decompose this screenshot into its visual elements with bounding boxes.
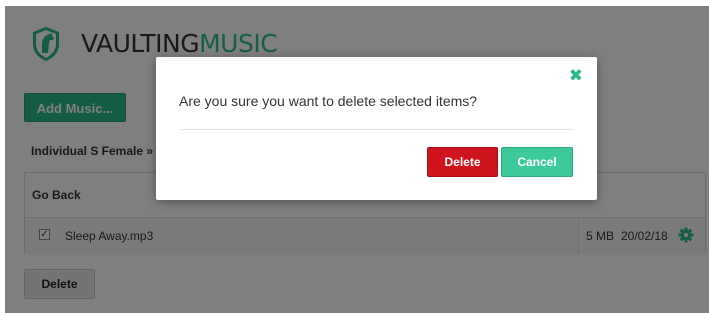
close-icon[interactable]: ✖ [569,66,583,86]
dialog-message: Are you sure you want to delete selected… [179,93,478,109]
confirm-delete-dialog: ✖ Are you sure you want to delete select… [156,57,597,200]
confirm-delete-button[interactable]: Delete [427,147,498,177]
dialog-divider [180,129,573,130]
page: VAULTINGMUSIC Add Music... Individual S … [0,0,709,313]
cancel-button[interactable]: Cancel [501,147,573,177]
